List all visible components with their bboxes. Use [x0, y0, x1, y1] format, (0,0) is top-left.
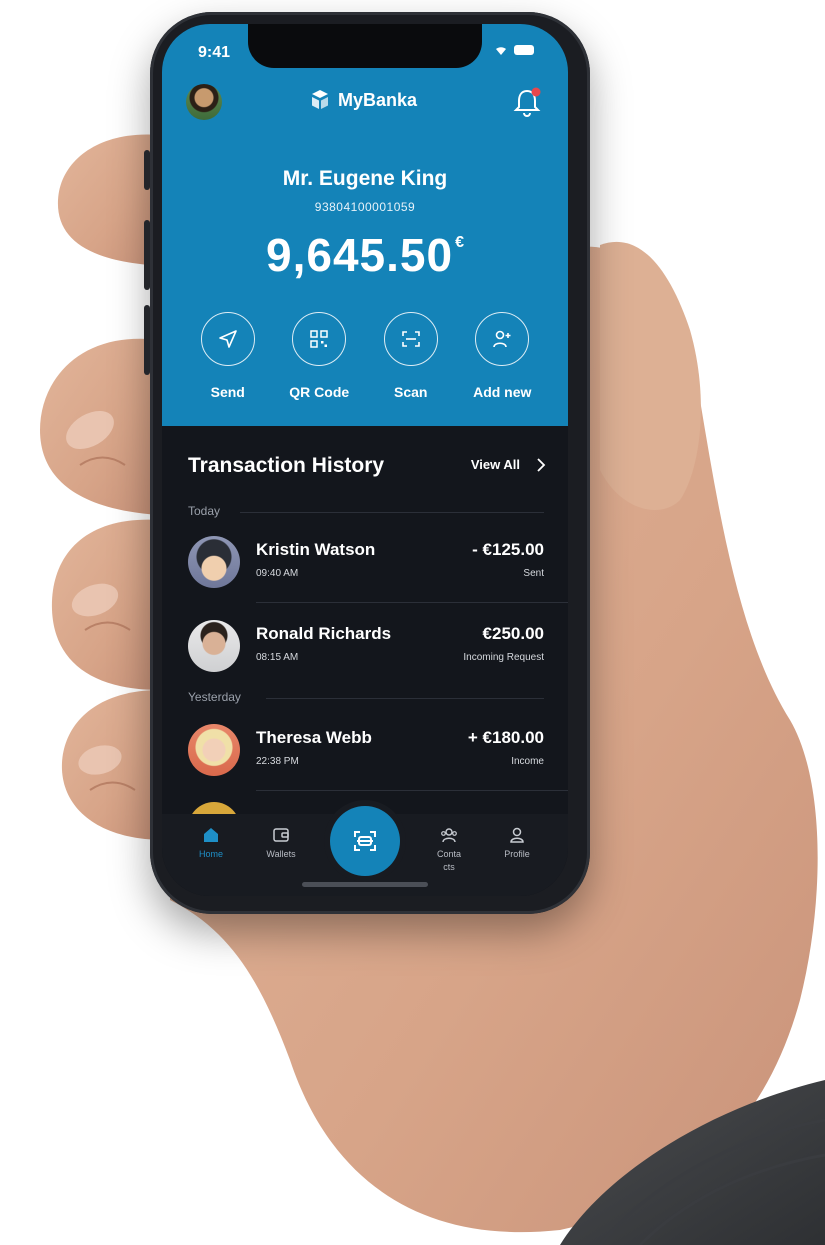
quick-actions: Send QR Code Scan Add new [162, 312, 568, 400]
add-user-icon [493, 330, 511, 348]
scan-button[interactable]: Scan [368, 312, 454, 400]
tab-profile[interactable]: Profile [492, 826, 542, 861]
chevron-right-icon [537, 457, 546, 472]
transaction-name: Kristin Watson [256, 540, 376, 559]
view-all-label: View All [470, 457, 520, 472]
transaction-time: 22:38 PM [256, 756, 299, 767]
scan-fab-button[interactable] [330, 806, 400, 876]
qr-code-icon [310, 330, 328, 348]
transaction-amount: + €180.00 [467, 728, 544, 747]
group-label-today: Today [188, 504, 221, 518]
account-number: 93804100001059 [314, 200, 416, 214]
home-icon [204, 828, 218, 842]
transaction-row[interactable]: Theresa Webb 22:38 PM + €180.00 Income [162, 716, 568, 792]
account-header: 9:41 MyBanka Mr. Eugene King 93804100001… [162, 24, 568, 426]
contact-avatar [188, 724, 240, 776]
transaction-time: 08:15 AM [256, 652, 299, 663]
transaction-status: Incoming Request [463, 652, 544, 663]
status-icons [494, 44, 534, 56]
phone-side-button [144, 220, 150, 290]
phone-screen: 9:41 MyBanka Mr. Eugene King 93804100001… [162, 24, 568, 896]
divider [266, 698, 544, 699]
group-label-yesterday: Yesterday [188, 690, 241, 704]
transaction-name: Ronald Richards [256, 624, 392, 643]
phone-side-button [144, 150, 150, 190]
transaction-name: Theresa Webb [256, 728, 372, 747]
tab-home[interactable]: Home [186, 826, 236, 861]
scan-label: Scan [394, 384, 428, 400]
transaction-status: Sent [523, 568, 544, 579]
transaction-amount: €250.00 [482, 624, 544, 643]
transaction-row[interactable]: Kristin Watson 09:40 AM - €125.00 Sent [162, 528, 568, 604]
transaction-amount: - €125.00 [472, 540, 544, 559]
tab-wallets[interactable]: Wallets [256, 826, 306, 861]
contact-avatar [188, 536, 240, 588]
tab-profile-label: Profile [504, 849, 530, 859]
send-icon [218, 330, 237, 348]
contact-avatar [188, 620, 240, 672]
mybanka-logo-icon [312, 90, 328, 109]
qr-code-label: QR Code [289, 384, 350, 400]
divider [256, 602, 568, 603]
home-indicator [302, 882, 428, 887]
qr-code-button[interactable]: QR Code [276, 312, 362, 400]
divider [256, 790, 568, 791]
divider [240, 512, 544, 513]
transaction-row[interactable]: Ronald Richards 08:15 AM €250.00 Incomin… [162, 612, 568, 688]
account-owner-name: Mr. Eugene King [282, 167, 448, 190]
add-new-label: Add new [473, 384, 532, 400]
send-button[interactable]: Send [185, 312, 271, 400]
view-all-link[interactable]: View All [471, 457, 546, 472]
transaction-history-title: Transaction History [188, 454, 385, 477]
tab-home-label: Home [198, 849, 223, 859]
phone-notch [248, 24, 482, 68]
tab-contacts-label: Conta cts [436, 849, 462, 872]
app-brand: MyBanka [308, 88, 417, 112]
status-time: 9:41 [198, 44, 231, 61]
balance-currency: € [455, 234, 464, 251]
profile-icon [510, 827, 524, 843]
balance-amount: 9,645.50 [266, 229, 454, 281]
tab-contacts[interactable]: Conta cts [424, 826, 474, 874]
send-label: Send [210, 384, 245, 400]
user-avatar[interactable] [186, 84, 222, 120]
scan-icon [354, 831, 376, 851]
phone-side-button [144, 305, 150, 375]
transaction-time: 09:40 AM [256, 568, 299, 579]
account-balance: 9,645.50 € [162, 228, 568, 282]
notification-dot [531, 87, 541, 97]
app-name: MyBanka [338, 89, 418, 110]
transaction-status: Income [511, 756, 544, 767]
wallet-icon [273, 828, 289, 842]
contacts-icon [441, 828, 457, 843]
battery-icon [514, 45, 534, 55]
tab-wallets-label: Wallets [266, 849, 296, 859]
add-new-button[interactable]: Add new [459, 312, 545, 400]
wifi-icon [496, 47, 506, 55]
scan-icon [401, 331, 420, 347]
notification-bell-icon[interactable] [512, 86, 542, 118]
